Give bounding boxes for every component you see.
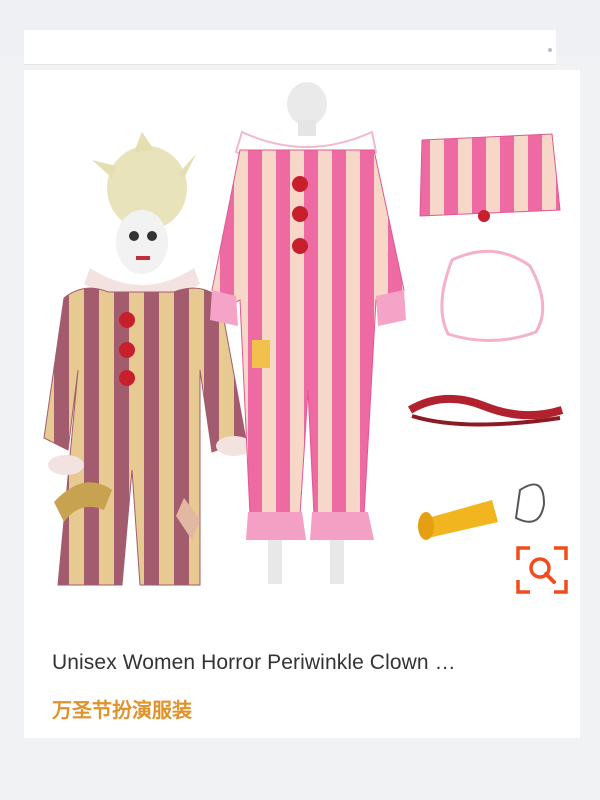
bottom-strip [0,745,600,800]
scroll-dot [548,48,552,52]
left-clown-costume [43,132,252,586]
product-card[interactable]: Unisex Women Horror Periwinkle Clown … 万… [24,70,580,738]
center-clown-costume [210,82,406,584]
product-image[interactable] [24,70,580,640]
previous-card-edge [24,30,556,65]
accessory-collar [440,249,545,342]
product-title[interactable]: Unisex Women Horror Periwinkle Clown … [52,648,562,678]
accessory-garland [407,394,564,427]
image-search-icon[interactable] [514,544,570,596]
accessory-hat [419,133,561,222]
accessory-horn [418,483,546,540]
product-subtitle: 万圣节扮演服装 [52,698,192,722]
